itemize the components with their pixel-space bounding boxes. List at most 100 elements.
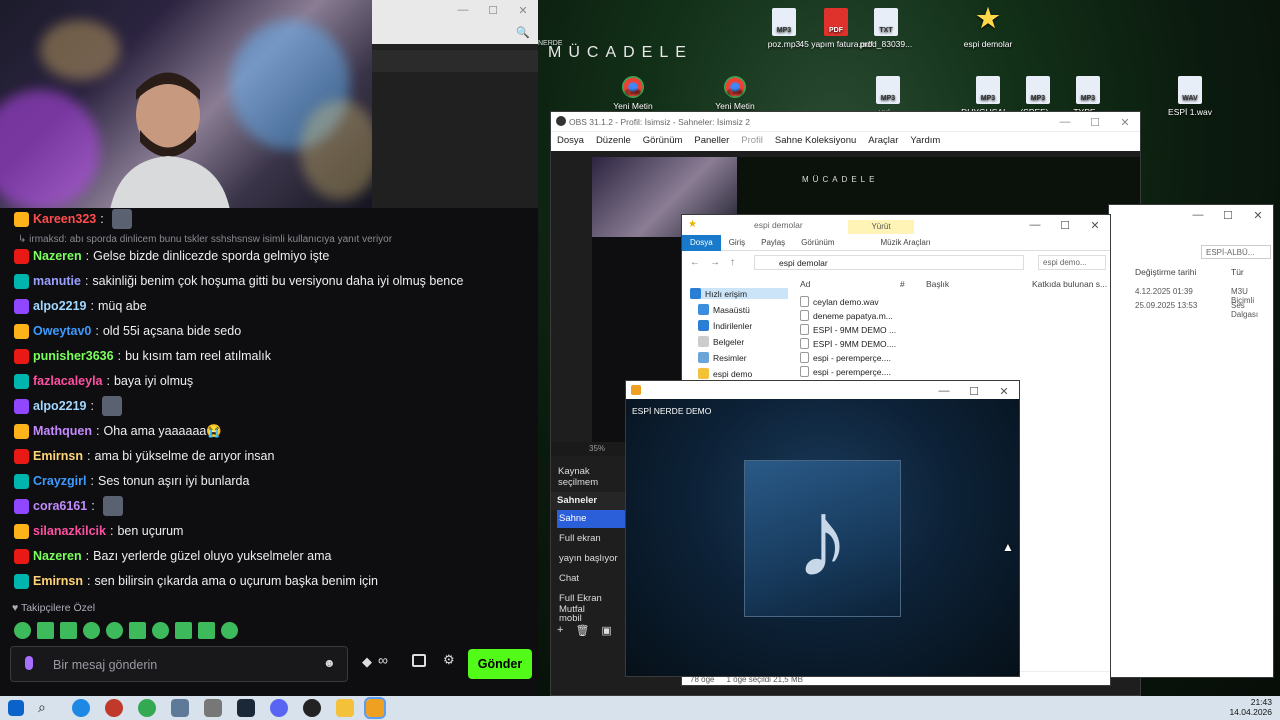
clock[interactable]: 21:43 14.04.2026 (1229, 697, 1272, 717)
chat-username[interactable]: Nazeren (33, 549, 82, 563)
file-row[interactable]: espi - peremperçe.... (800, 366, 891, 377)
nav-pane-item[interactable]: Resimler (698, 352, 747, 363)
badge-icon[interactable] (14, 298, 29, 314)
close-button[interactable]: ✕ (989, 381, 1019, 401)
file-explorer-icon[interactable] (336, 699, 354, 717)
close-button[interactable]: ✕ (1110, 112, 1140, 132)
ribbon-tab[interactable]: Paylaş (753, 238, 793, 247)
scene-item[interactable]: Sahne (557, 510, 625, 528)
channel-points-icon[interactable]: ∞ (378, 652, 388, 668)
obs-menu-item[interactable]: Dosya (557, 135, 584, 148)
badge-icon[interactable] (14, 448, 29, 464)
file-row[interactable]: ESPİ - 9MM DEMO ... (800, 324, 896, 335)
scene-item[interactable]: mobil (557, 610, 625, 628)
forward-icon[interactable]: → (710, 257, 720, 268)
emote-icon[interactable] (129, 622, 146, 639)
nav-pane-item[interactable]: Masaüstü (698, 304, 750, 315)
discord-icon[interactable] (270, 699, 288, 717)
chat-username[interactable]: Mathquen (33, 424, 92, 438)
file-row[interactable]: espi - peremperçe.... (800, 352, 891, 363)
column-type[interactable]: Tür (1231, 267, 1244, 277)
chat-username[interactable]: Nazeren (33, 249, 82, 263)
minimize-button[interactable]: — (448, 0, 478, 20)
chat-input[interactable]: Bir mesaj gönderin ☻ (10, 646, 348, 682)
badge-icon[interactable] (14, 273, 29, 289)
desktop-file-icon[interactable]: ★ espi demolar (948, 3, 1028, 49)
badge-icon[interactable] (14, 523, 29, 539)
badge-icon[interactable] (14, 423, 29, 439)
nav-pane-item[interactable]: Hızlı erişim (690, 288, 788, 299)
column-header[interactable]: # (900, 279, 905, 289)
obs-menu-item[interactable]: Sahne Koleksiyonu (775, 135, 856, 148)
badge-icon[interactable] (14, 348, 29, 364)
badge-icon[interactable] (14, 211, 29, 227)
chat-username[interactable]: punisher3636 (33, 349, 114, 363)
badge-icon[interactable] (14, 373, 29, 389)
emote-icon[interactable] (106, 622, 123, 639)
minimize-button[interactable]: — (1020, 215, 1050, 235)
emote-icon[interactable] (37, 622, 54, 639)
address-bar[interactable]: espi demolar (754, 255, 1024, 270)
ribbon-tab[interactable]: Görünüm (793, 238, 842, 247)
chat-username[interactable]: Oweytav0 (33, 324, 91, 338)
badge-icon[interactable] (14, 548, 29, 564)
obs-menu-item[interactable]: Profil (741, 135, 763, 148)
column-date[interactable]: Değiştirme tarihi (1135, 267, 1196, 277)
album-search-input[interactable]: ESPİ-ALBÜ... (1201, 245, 1271, 259)
ribbon-tab[interactable]: Dosya (682, 234, 721, 251)
ribbon-tab[interactable]: Müzik Araçları (873, 238, 939, 247)
chrome-icon[interactable] (138, 699, 156, 717)
chat-username[interactable]: cora6161 (33, 499, 87, 513)
nav-pane-item[interactable]: Belgeler (698, 336, 744, 347)
file-row[interactable]: ceylan demo.wav (800, 296, 879, 307)
obs-menu-item[interactable]: Görünüm (643, 135, 683, 148)
close-button[interactable]: ✕ (1243, 205, 1273, 225)
obs-menu-item[interactable]: Araçlar (868, 135, 898, 148)
file-row[interactable]: deneme papatya.m... (800, 310, 893, 321)
send-button[interactable]: Gönder (468, 649, 532, 679)
file-row[interactable]: ESPİ - 9MM DEMO.... (800, 338, 896, 349)
scene-item[interactable]: Full Ekran Mutfal (557, 590, 625, 615)
chat-username[interactable]: alpo2219 (33, 399, 87, 413)
scene-item[interactable]: yayın başlıyor (557, 550, 625, 568)
minimize-button[interactable]: — (929, 381, 959, 401)
chat-username[interactable]: Kareen323 (33, 212, 96, 226)
app-icon[interactable] (171, 699, 189, 717)
chat-username[interactable]: Crayzgirl (33, 474, 87, 488)
chat-username[interactable]: silanazkilcik (33, 524, 106, 538)
chat-username[interactable]: manutie (33, 274, 81, 288)
column-header[interactable]: Katkıda bulunan s... (1032, 279, 1107, 289)
search-icon[interactable]: ⌕ (38, 699, 56, 717)
scene-item[interactable]: Chat (557, 570, 625, 588)
emote-icon[interactable] (221, 622, 238, 639)
desktop-file-icon[interactable]: WAV ESPİ 1.wav (1150, 76, 1230, 117)
maximize-button[interactable]: ☐ (1050, 215, 1080, 235)
maximize-button[interactable]: ☐ (1080, 112, 1110, 132)
emoji-picker-icon[interactable]: ☻ (323, 656, 336, 670)
store-icon[interactable] (412, 654, 426, 667)
obs-menu-item[interactable]: Düzenle (596, 135, 631, 148)
start-icon[interactable] (8, 700, 24, 716)
obs-menu-item[interactable]: Paneller (694, 135, 729, 148)
badge-icon[interactable] (14, 498, 29, 514)
emote-icon[interactable] (83, 622, 100, 639)
chat-username[interactable]: alpo2219 (33, 299, 87, 313)
chat-username[interactable]: fazlacaleyla (33, 374, 103, 388)
chat-username[interactable]: Emirnsn (33, 574, 83, 588)
maximize-button[interactable]: ☐ (959, 381, 989, 401)
run-tab[interactable]: Yürüt (848, 220, 914, 234)
badge-icon[interactable] (14, 573, 29, 589)
obs-icon[interactable] (303, 699, 321, 717)
badge-icon[interactable] (14, 398, 29, 414)
nav-pane-item[interactable]: espi demo (698, 368, 752, 379)
column-header[interactable]: Başlık (926, 279, 949, 289)
steam-icon[interactable] (237, 699, 255, 717)
chat-username[interactable]: Emirnsn (33, 449, 83, 463)
desktop-file-icon[interactable]: TXT prod_83039... (846, 8, 926, 49)
badge-icon[interactable] (14, 323, 29, 339)
back-icon[interactable]: ← (690, 257, 700, 268)
nav-pane-item[interactable]: İndirilenler (698, 320, 752, 331)
emote-icon[interactable] (60, 622, 77, 639)
scene-item[interactable]: Full ekran (557, 530, 625, 548)
badge-icon[interactable] (14, 248, 29, 264)
